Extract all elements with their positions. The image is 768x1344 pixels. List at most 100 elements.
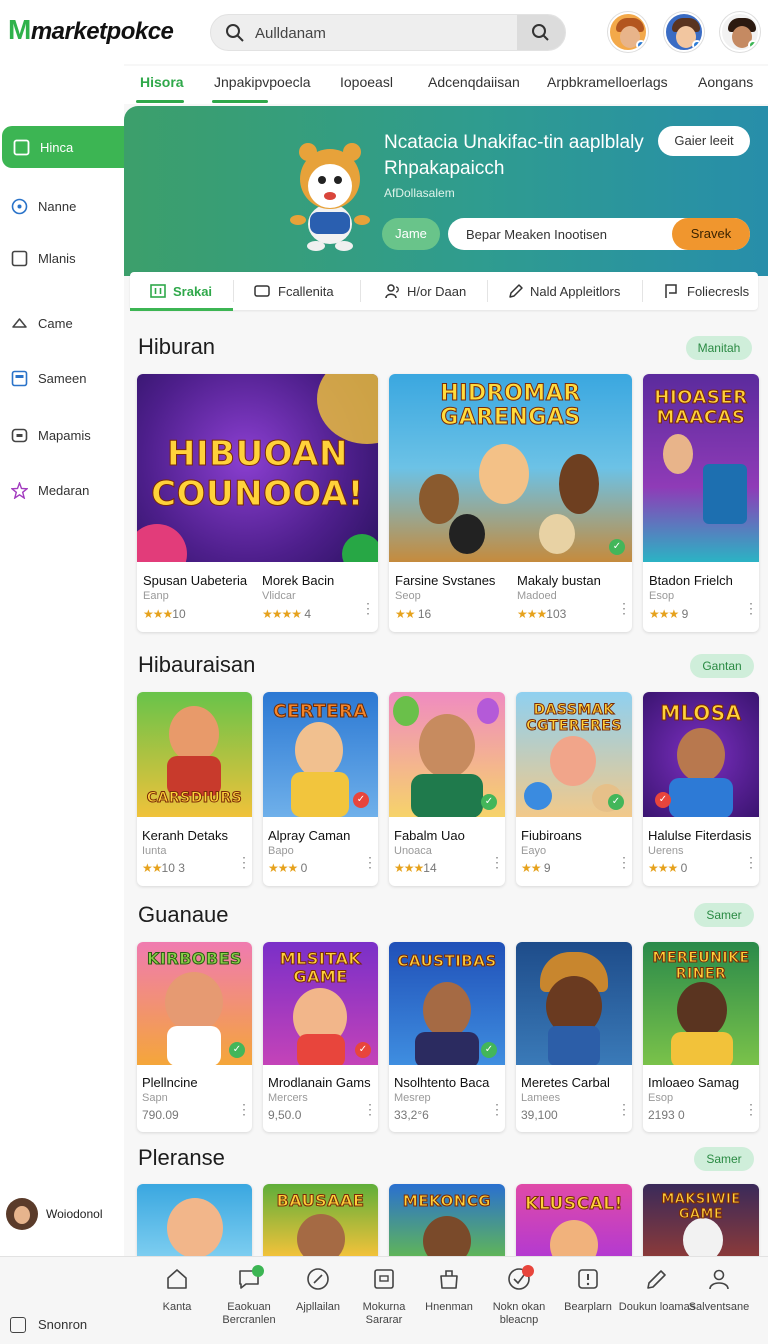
hero-chip[interactable]: Jame (382, 218, 440, 250)
tab-indicator (212, 100, 268, 103)
sidebar-item-3[interactable]: Mlanis (0, 237, 124, 279)
rating-value: 39,100 (521, 1108, 558, 1122)
card-subtitle: Mercers (268, 1092, 308, 1104)
more-options-icon[interactable]: ⋮ (237, 1102, 251, 1116)
game-card[interactable]: MLSITAK GAME ✓ Mrodlanain Gams Mercers 9… (263, 942, 378, 1132)
tab-5[interactable]: Arpbkramelloerlags (547, 74, 668, 90)
game-card[interactable] (137, 1184, 252, 1256)
header-avatar-3[interactable] (720, 12, 760, 52)
tab-3[interactable]: Iopoeasl (340, 74, 393, 90)
header-avatar-2[interactable] (664, 12, 704, 52)
game-card[interactable]: KLUSCAL! (516, 1184, 632, 1256)
top-navigation: Hisora Jnpakipvpoecla Iopoeasl Adcenqdai… (124, 66, 768, 104)
more-options-icon[interactable]: ⋮ (744, 601, 758, 615)
filter-tab-1[interactable]: Srakai (130, 272, 233, 310)
more-options-icon[interactable]: ⋮ (490, 855, 504, 869)
more-options-icon[interactable]: ⋮ (744, 855, 758, 869)
card-artwork: HIOASER MAACAS (643, 374, 759, 562)
tab-1[interactable]: Hisora (140, 74, 184, 90)
rating-value: 9 (543, 861, 551, 875)
search-input[interactable] (255, 21, 515, 45)
game-card[interactable]: MEREUNIKE RINER Imloaeo Samag Esop 2193 … (643, 942, 759, 1132)
hero-pill-button[interactable]: Gaier leeit (658, 126, 750, 156)
people-icon (385, 284, 399, 299)
user-name: Woiodonol (46, 1207, 103, 1221)
tab-2[interactable]: Jnpakipvpoecla (214, 74, 311, 90)
more-options-icon[interactable]: ⋮ (617, 855, 631, 869)
bottom-nav-item-9[interactable]: Salventsane (684, 1267, 754, 1344)
square-icon (10, 1317, 26, 1333)
sidebar-item-4[interactable]: Came (0, 302, 124, 344)
hero-input[interactable] (466, 224, 656, 244)
sidebar-item-6[interactable]: Mapamis (0, 414, 124, 456)
app-logo[interactable]: Mmarketpokce (8, 14, 174, 46)
card-artwork: KLUSCAL! (516, 1184, 632, 1256)
person-icon (709, 1269, 729, 1290)
bottom-nav-item-1[interactable]: Kanta (142, 1267, 212, 1344)
sidebar-user[interactable]: Woiodonol (6, 1198, 124, 1232)
game-card[interactable]: Meretes Carbal Lamees 39,100 ⋮ (516, 942, 632, 1132)
filter-tab-4[interactable]: Nald Appleitlors (488, 272, 642, 310)
game-card[interactable]: HIDROMAR GARENGAS ✓ Farsine Svstanes Seo… (389, 374, 632, 632)
header-avatar-1[interactable] (608, 12, 648, 52)
more-options-icon[interactable]: ⋮ (617, 1102, 631, 1116)
more-options-icon[interactable]: ⋮ (363, 1102, 377, 1116)
sidebar-item-1[interactable]: Hinca (2, 126, 136, 168)
sidebar-item-5[interactable]: Sameen (0, 357, 124, 399)
card-artwork (516, 942, 632, 1065)
hero-action-button[interactable]: Sravek (672, 218, 750, 250)
more-options-icon[interactable]: ⋮ (363, 855, 377, 869)
game-card[interactable]: MAKSIWIE GAME (643, 1184, 759, 1256)
game-card[interactable]: DASSMAK CGTERERES ✓ Fiubiroans Eayo ★★ 9… (516, 692, 632, 886)
game-card[interactable]: MLOSA ✓ Halulse Fiterdasis Uerens ★★★ 0 … (643, 692, 759, 886)
compass-icon (307, 1268, 329, 1290)
tab-4[interactable]: Adcenqdaiisan (428, 74, 520, 90)
bottom-nav-item-6[interactable]: Nokn okan bleacnp (484, 1265, 554, 1344)
rating-value: 10 3 (161, 861, 185, 875)
game-card[interactable]: CERTERA ✓ Alpray Caman Bapo ★★★ 0 ⋮ (263, 692, 378, 886)
grid-icon (150, 284, 166, 298)
more-options-icon[interactable]: ⋮ (361, 601, 375, 615)
more-options-icon[interactable]: ⋮ (617, 601, 631, 615)
game-card[interactable]: ✓ Fabalm Uao Unoaca ★★★14 ⋮ (389, 692, 505, 886)
filter-tabs: Srakai Fcallenita H/or Daan Nald Appleit… (130, 272, 758, 311)
sidebar-item-2[interactable]: Nanne (0, 185, 124, 227)
search-bar[interactable] (210, 14, 566, 51)
section-button[interactable]: Samer (694, 903, 754, 927)
card-art-text: CAUSTIBAS (397, 952, 497, 971)
game-card[interactable]: CAUSTIBAS ✓ Nsolhtento Baca Mesrep 33,2°… (389, 942, 505, 1132)
target-icon (11, 198, 28, 215)
game-card[interactable]: MEKONCG (389, 1184, 505, 1256)
card-subtitle: Eanp (143, 590, 169, 602)
section-button[interactable]: Manitah (686, 336, 752, 360)
search-submit-button[interactable] (517, 15, 565, 50)
bottom-nav-item-7[interactable]: Bearplarn (553, 1267, 623, 1344)
bottom-nav-item-5[interactable]: Hnenman (414, 1267, 484, 1344)
rating-stars: ★★★ (394, 861, 424, 875)
more-options-icon[interactable]: ⋮ (744, 1102, 758, 1116)
bottom-nav-item-2[interactable]: Eaokuan Bercranlen (214, 1265, 284, 1344)
section-button[interactable]: Gantan (690, 654, 754, 678)
game-card[interactable]: HIBUOAN COUNOOA! Spusan Uabeteria Eanp ★… (137, 374, 378, 632)
filter-tab-3[interactable]: H/or Daan (361, 272, 487, 310)
tab-6[interactable]: Aongans (698, 74, 753, 90)
rating-value: 4 (304, 607, 312, 621)
bottom-side-item[interactable]: Snonron (10, 1315, 120, 1335)
sidebar-item-7[interactable]: Medaran (0, 469, 124, 511)
more-options-icon[interactable]: ⋮ (237, 855, 251, 869)
filter-tab-5[interactable]: Foliecresls (643, 272, 758, 310)
more-options-icon[interactable]: ⋮ (490, 1102, 504, 1116)
card-artwork: MAKSIWIE GAME (643, 1184, 759, 1256)
game-card[interactable]: KIRBOBES ✓ Plellncine Sapn 790.09 ⋮ (137, 942, 252, 1132)
game-card[interactable]: HIOASER MAACAS Btadon Frielch Esop ★★★ 9… (643, 374, 759, 632)
game-card[interactable]: CARSDIURS Keranh Detaks Iunta ★★10 3 ⋮ (137, 692, 252, 886)
card-title: Plellncine (142, 1075, 198, 1090)
section-button[interactable]: Samer (694, 1147, 754, 1171)
game-card[interactable]: BAUSAAE (263, 1184, 378, 1256)
section-title: Pleranse (138, 1145, 225, 1170)
card-artwork: HIDROMAR GARENGAS (389, 374, 632, 562)
filter-tab-2[interactable]: Fcallenita (234, 272, 360, 310)
card-art-text: CARSDIURS (146, 790, 243, 807)
hero-banner: Ncatacia Unakifac-tin aaplblaly Rhpakapa… (124, 106, 768, 276)
bag-icon (440, 1270, 458, 1289)
